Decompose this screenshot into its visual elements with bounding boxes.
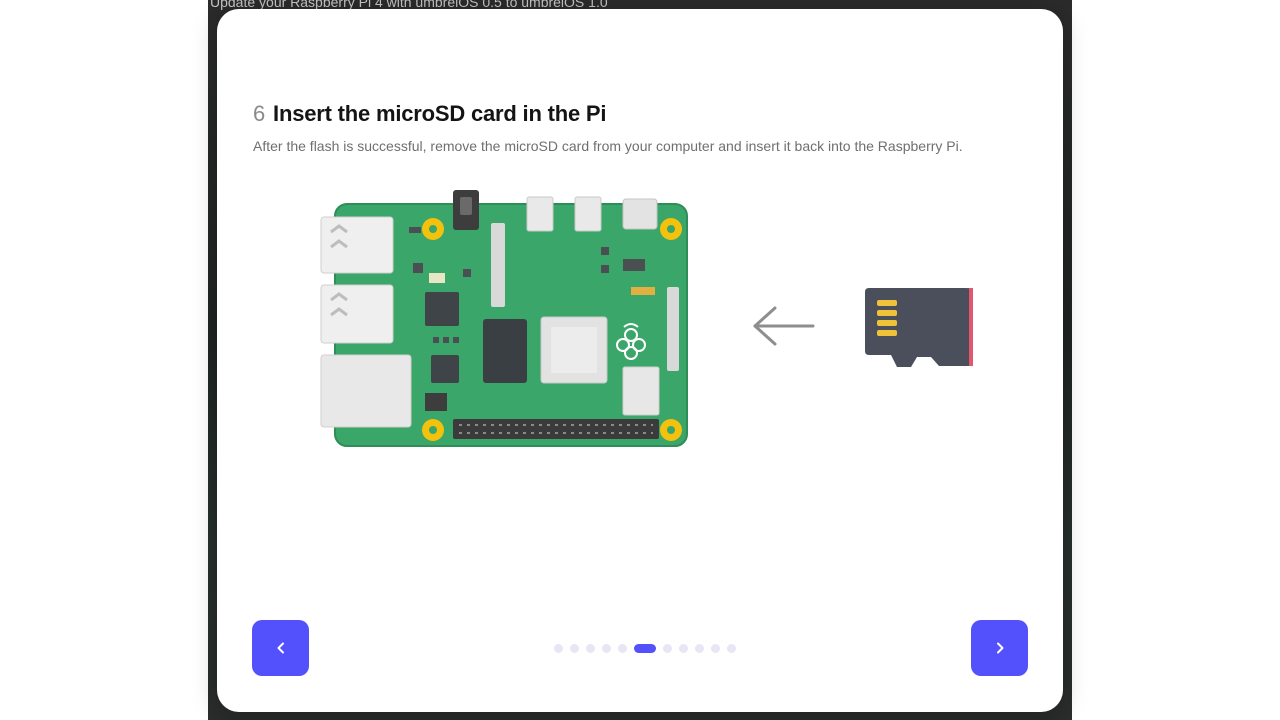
previous-step-button[interactable] xyxy=(252,620,309,676)
insert-sd-illustration xyxy=(320,190,973,447)
step-progress-dots xyxy=(554,643,736,653)
step-title-text: Insert the microSD card in the Pi xyxy=(273,101,607,126)
step-dot[interactable] xyxy=(618,643,627,653)
step-dot-active[interactable] xyxy=(634,643,656,653)
step-dot[interactable] xyxy=(663,643,672,653)
step-dot[interactable] xyxy=(554,643,563,653)
chevron-left-icon xyxy=(275,642,287,654)
step-description: After the flash is successful, remove th… xyxy=(253,138,963,154)
step-dot[interactable] xyxy=(586,643,595,653)
chevron-right-icon xyxy=(994,642,1006,654)
setup-guide-modal: 6 Insert the microSD card in the Pi After… xyxy=(217,9,1063,712)
step-title: 6 Insert the microSD card in the Pi xyxy=(253,101,607,127)
next-step-button[interactable] xyxy=(971,620,1028,676)
step-number: 6 xyxy=(253,101,266,126)
arrow-left-icon xyxy=(753,306,815,346)
step-dot[interactable] xyxy=(695,643,704,653)
microsd-card-icon xyxy=(865,288,973,367)
screen: Update your Raspberry Pi 4 with umbrelOS… xyxy=(0,0,1280,720)
step-dot[interactable] xyxy=(679,643,688,653)
raspberry-pi-4-board xyxy=(320,190,688,447)
step-dot[interactable] xyxy=(727,643,736,653)
step-dot[interactable] xyxy=(570,643,579,653)
step-dot[interactable] xyxy=(711,643,720,653)
step-dot[interactable] xyxy=(602,643,611,653)
